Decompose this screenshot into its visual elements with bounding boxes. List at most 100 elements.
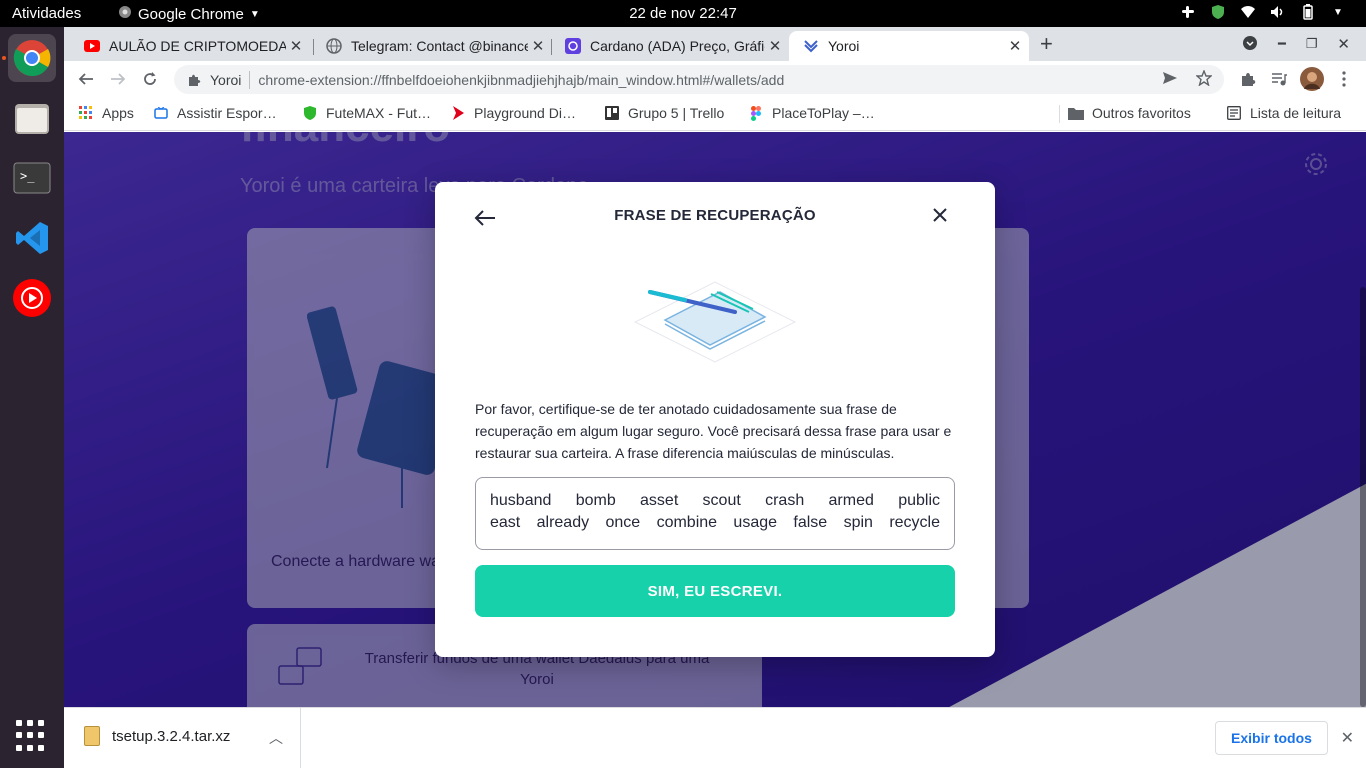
youtube-icon (84, 38, 100, 54)
bookmark-placetoplay[interactable]: PlaceToPlay –… (748, 105, 875, 121)
wifi-icon[interactable] (1240, 4, 1256, 20)
dialog-message: Por favor, certifique-se de ter anotado … (475, 401, 952, 461)
archive-file-icon (84, 726, 100, 746)
close-icon[interactable]: ✕ (1341, 728, 1354, 748)
vscode-icon (16, 222, 48, 254)
tab-cardano[interactable]: Cardano (ADA) Preço, Gráfico ✕ (551, 31, 789, 61)
slack-tray-icon[interactable] (1180, 4, 1196, 20)
system-menu-chevron-icon[interactable]: ▼ (1330, 4, 1346, 20)
bookmark-label: Apps (102, 105, 134, 121)
dock-terminal[interactable]: >_ (8, 154, 56, 202)
tab-title: AULÃO DE CRIPTOMOEDA (109, 38, 286, 54)
volume-icon[interactable] (1270, 4, 1286, 20)
bookmark-label: FuteMAX - Fut… (326, 105, 432, 121)
page-scrollbar[interactable] (1360, 287, 1366, 707)
back-button[interactable] (76, 69, 96, 89)
close-icon[interactable]: ✕ (1005, 37, 1025, 55)
new-tab-button[interactable]: + (1040, 33, 1053, 55)
download-filename: tsetup.3.2.4.tar.xz (112, 727, 231, 745)
dock-youtube-music[interactable] (8, 274, 56, 322)
confirm-written-button[interactable]: SIM, EU ESCREVI. (475, 565, 955, 617)
tab-aulao[interactable]: AULÃO DE CRIPTOMOEDA ✕ (70, 31, 310, 61)
window-controls: ━ ❐ ✕ (1242, 27, 1366, 61)
site-label: Yoroi (210, 71, 242, 88)
dock-chrome[interactable] (2, 34, 56, 82)
bookmark-label: Assistir Espor… (177, 105, 277, 121)
shield-icon (302, 105, 318, 121)
app-menu[interactable]: Google Chrome ▼ (118, 5, 260, 23)
youtube-music-icon (13, 279, 51, 317)
tab-telegram[interactable]: Telegram: Contact @binance ✕ (312, 31, 552, 61)
send-to-device-icon[interactable] (1162, 70, 1178, 89)
chrome-small-icon (118, 5, 132, 23)
download-item[interactable]: tsetup.3.2.4.tar.xz (84, 726, 230, 746)
recovery-phrase-box: husband bomb asset scout crash armed pub… (475, 477, 955, 550)
battery-icon[interactable] (1300, 4, 1316, 20)
chrome-window: AULÃO DE CRIPTOMOEDA ✕ Telegram: Contact… (64, 27, 1366, 768)
bookmark-assistir[interactable]: Assistir Espor… (153, 105, 277, 121)
forward-button[interactable] (108, 69, 128, 89)
extensions-icon[interactable] (1238, 69, 1258, 89)
coinmarketcap-icon (565, 38, 581, 54)
apps-grid-icon (78, 105, 94, 121)
notepad-pen-illustration (633, 281, 797, 363)
download-bar: tsetup.3.2.4.tar.xz ︿ Exibir todos ✕ (64, 707, 1366, 768)
bookmark-label: Grupo 5 | Trello (628, 105, 725, 121)
security-shield-icon[interactable] (1210, 4, 1226, 20)
close-icon[interactable]: ✕ (286, 37, 306, 55)
figma-icon (748, 105, 764, 121)
chevron-red-icon (450, 105, 466, 121)
bookmark-label: Playground Di… (474, 105, 576, 121)
profile-avatar[interactable] (1300, 67, 1324, 91)
dialog-title: FRASE DE RECUPERAÇÃO (614, 207, 816, 224)
app-menu-label: Google Chrome (138, 5, 244, 23)
close-icon[interactable]: ✕ (765, 37, 785, 55)
bookmark-apps[interactable]: Apps (78, 105, 134, 121)
url-text[interactable]: chrome-extension://ffnbelfdoeiohenkjibnm… (258, 72, 1162, 88)
tab-title: Cardano (ADA) Preço, Gráfico (590, 38, 765, 54)
bookmarks-bar: Apps Assistir Espor… FuteMAX - Fut… Play… (64, 97, 1366, 131)
svg-text:>_: >_ (20, 169, 35, 183)
bookmark-label: Outros favoritos (1092, 105, 1191, 121)
bookmark-futemax[interactable]: FuteMAX - Fut… (302, 105, 431, 121)
trello-icon (604, 105, 620, 121)
active-indicator (2, 56, 6, 60)
puzzle-icon (186, 72, 202, 88)
reading-list-icon (1226, 105, 1242, 121)
globe-icon (326, 38, 342, 54)
chevron-up-icon[interactable]: ︿ (269, 728, 283, 748)
recovery-phrase-dialog: FRASE DE RECUPERAÇÃO Por favor, certifiq… (435, 182, 995, 657)
bookmark-trello[interactable]: Grupo 5 | Trello (604, 105, 724, 121)
address-bar[interactable]: Yoroi chrome-extension://ffnbelfdoeiohen… (174, 65, 1224, 94)
close-icon[interactable] (929, 204, 951, 226)
tab-title: Telegram: Contact @binance (351, 38, 528, 54)
show-all-downloads-button[interactable]: Exibir todos (1215, 721, 1328, 755)
yoroi-icon (803, 38, 819, 54)
bookmark-playground[interactable]: Playground Di… (450, 105, 576, 121)
close-icon[interactable]: ✕ (528, 37, 548, 55)
system-tray: ▼ (1180, 4, 1346, 20)
maximize-button[interactable]: ❐ (1306, 36, 1318, 52)
terminal-icon: >_ (13, 162, 51, 194)
media-queue-icon[interactable] (1269, 69, 1289, 89)
bookmark-star-icon[interactable] (1195, 69, 1213, 89)
minimize-button[interactable]: ━ (1278, 36, 1286, 52)
close-window-button[interactable]: ✕ (1337, 35, 1350, 53)
bookmark-label: PlaceToPlay –… (772, 105, 875, 121)
tab-yoroi[interactable]: Yoroi ✕ (789, 31, 1029, 61)
activities-button[interactable]: Atividades (12, 5, 81, 22)
bookmark-other-folder[interactable]: Outros favoritos (1068, 105, 1191, 121)
yoroi-page: financeiro Yoroi é uma carteira leve par… (64, 132, 1366, 707)
toolbar: Yoroi chrome-extension://ffnbelfdoeiohen… (64, 61, 1366, 97)
show-applications-button[interactable] (16, 720, 48, 752)
reload-button[interactable] (140, 69, 160, 89)
dock: >_ (0, 27, 64, 768)
clock[interactable]: 22 de nov 22:47 (629, 5, 737, 22)
folder-icon (1068, 105, 1084, 121)
tab-search-icon[interactable] (1242, 35, 1258, 54)
chrome-icon (13, 40, 51, 77)
reading-list-button[interactable]: Lista de leitura (1226, 105, 1341, 121)
chrome-menu-icon[interactable] (1334, 69, 1354, 89)
dock-vscode[interactable] (8, 214, 56, 262)
dock-files[interactable] (8, 94, 56, 142)
